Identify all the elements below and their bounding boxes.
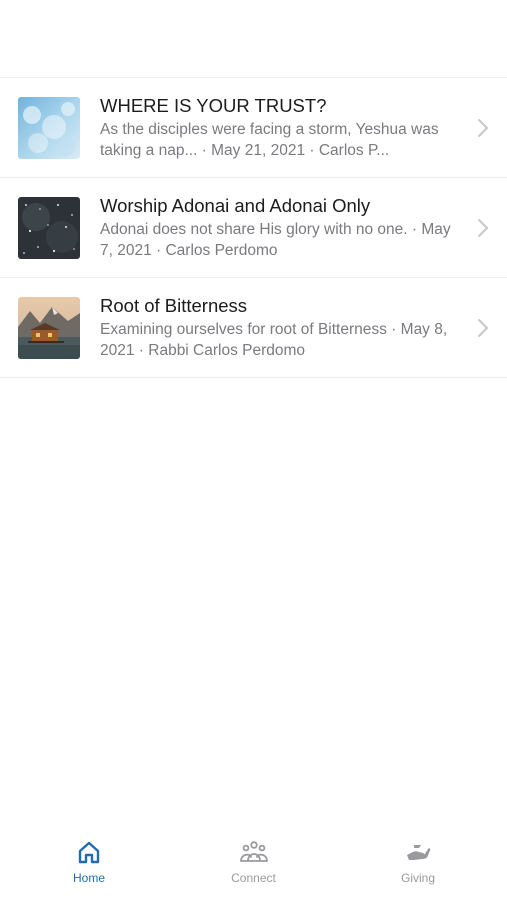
- light-blue-sky-image: [18, 96, 80, 159]
- bottom-tab-bar: Home Connect Giving: [0, 828, 507, 900]
- message-thumbnail: [18, 196, 80, 259]
- message-thumbnail: [18, 296, 80, 359]
- lake-cabin-image: [18, 296, 80, 359]
- chevron-right-icon: [478, 118, 488, 137]
- chevron-right-icon: [478, 218, 488, 237]
- people-icon: [239, 841, 268, 862]
- message-title: WHERE IS YOUR TRUST?: [100, 95, 327, 116]
- message-list: WHERE IS YOUR TRUST? As the disciples we…: [0, 78, 507, 378]
- message-item-root-of-bitterness[interactable]: Root of Bitterness Examining ourselves f…: [0, 278, 507, 378]
- tab-home[interactable]: Home: [44, 828, 134, 900]
- message-subtitle: As the disciples were facing a storm, Ye…: [100, 121, 439, 159]
- tab-giving[interactable]: Giving: [373, 828, 463, 900]
- tab-label: Connect: [231, 871, 276, 885]
- tab-connect[interactable]: Connect: [209, 828, 299, 900]
- message-thumbnail: [18, 96, 80, 159]
- home-icon: [78, 841, 100, 864]
- tab-label: Home: [72, 871, 105, 885]
- tab-label: Giving: [400, 871, 435, 885]
- message-title: Root of Bitterness: [100, 295, 248, 316]
- header-area: [0, 0, 507, 78]
- message-subtitle: Examining ourselves for root of Bitterne…: [100, 321, 448, 359]
- giving-hand-icon: [407, 845, 431, 860]
- message-subtitle: Adonai does not share His glory with no …: [100, 221, 451, 259]
- message-item-where-is-your-trust[interactable]: WHERE IS YOUR TRUST? As the disciples we…: [0, 78, 507, 178]
- chevron-right-icon: [478, 318, 488, 337]
- dark-starry-sky-image: [18, 196, 80, 259]
- app-screen: WHERE IS YOUR TRUST? As the disciples we…: [0, 0, 507, 900]
- message-item-worship-adonai[interactable]: Worship Adonai and Adonai Only Adonai do…: [0, 178, 507, 278]
- message-title: Worship Adonai and Adonai Only: [100, 195, 371, 216]
